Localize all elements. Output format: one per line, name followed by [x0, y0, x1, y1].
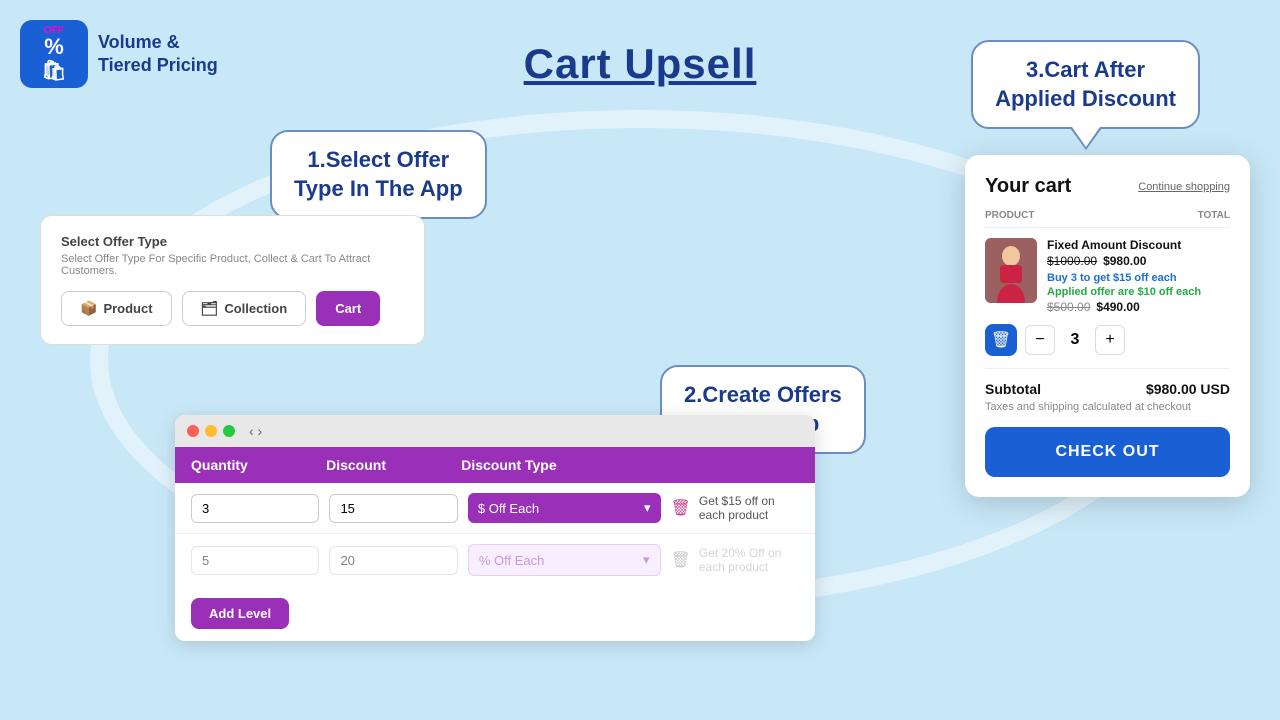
applied-offer-text: Applied offer are $10 off each [1047, 286, 1230, 298]
logo-area: OFF % 🛍 Volume & Tiered Pricing [20, 20, 218, 88]
editor-row-2: % Off Each ▾ 🗑 Get 20% Off on each produ… [175, 534, 815, 586]
logo-icon: OFF % 🛍 [20, 20, 88, 88]
cart-header: Your cart Continue shopping [985, 175, 1230, 198]
collection-icon: 🗂 [201, 300, 219, 317]
editor-row-1: $ Off Each ▾ 🗑 Get $15 off on each produ… [175, 483, 815, 534]
offer-btn-cart[interactable]: Cart [316, 291, 380, 326]
discount-type-select-1[interactable]: $ Off Each ▾ [468, 493, 661, 523]
cart-after-bubble: 3.Cart After Applied Discount [971, 40, 1200, 129]
cart-product-row: Fixed Amount Discount $1000.00 $980.00 B… [985, 238, 1230, 314]
delete-icon-1[interactable]: 🗑 [671, 498, 691, 518]
delete-item-button[interactable]: 🗑 [985, 324, 1017, 356]
subtotal-row: Subtotal $980.00 USD [985, 381, 1230, 397]
quantity-controls: 🗑 − 3 + [985, 324, 1230, 356]
quantity-value: 3 [1063, 331, 1087, 349]
continue-shopping-link[interactable]: Continue shopping [1138, 181, 1230, 193]
cart-title: Your cart [985, 175, 1071, 198]
product-icon: 📦 [80, 300, 97, 317]
nav-arrows[interactable]: ‹ › [249, 423, 262, 439]
dot-yellow [205, 425, 217, 437]
discount-input-1[interactable] [329, 494, 457, 523]
cart-col-headers: PRODUCT TOTAL [985, 210, 1230, 228]
product-original-price: $1000.00 [1047, 254, 1097, 268]
discount-input-2[interactable] [329, 546, 457, 575]
quantity-decrease-button[interactable]: − [1025, 325, 1055, 355]
add-level-button[interactable]: Add Level [191, 598, 289, 629]
editor-table-header: Quantity Discount Discount Type [175, 447, 815, 483]
cart-panel: Your cart Continue shopping PRODUCT TOTA… [965, 155, 1250, 497]
offer-type-card: Select Offer Type Select Offer Type For … [40, 215, 425, 345]
delete-icon-2[interactable]: 🗑 [671, 550, 691, 570]
offer-editor: ‹ › Quantity Discount Discount Type $ Of… [175, 415, 815, 641]
cart-divider [985, 368, 1230, 369]
offer-type-buttons: 📦 Product 🗂 Collection Cart [61, 291, 404, 326]
product-name: Fixed Amount Discount [1047, 238, 1230, 252]
product-discounted-price: $980.00 [1103, 254, 1146, 268]
after-discount-price: $490.00 [1096, 300, 1139, 314]
offer-btn-collection[interactable]: 🗂 Collection [182, 291, 307, 326]
offer-type-description: Select Offer Type For Specific Product, … [61, 253, 404, 277]
promo-text: Buy 3 to get $15 off each [1047, 272, 1230, 284]
offer-btn-product[interactable]: 📦 Product [61, 291, 172, 326]
dot-green [223, 425, 235, 437]
discount-type-select-2[interactable]: % Off Each ▾ [468, 544, 661, 576]
page-title: Cart Upsell [524, 40, 757, 88]
quantity-increase-button[interactable]: + [1095, 325, 1125, 355]
product-thumbnail [985, 238, 1037, 303]
subtotal-value: $980.00 USD [1146, 381, 1230, 397]
before-discount-price: $500.00 [1047, 300, 1090, 314]
step1-bubble: 1.Select Offer Type In The App [270, 130, 487, 219]
tax-note: Taxes and shipping calculated at checkou… [985, 401, 1230, 413]
subtotal-label: Subtotal [985, 381, 1041, 397]
logo-percent: % [44, 36, 64, 58]
qty-input-2[interactable] [191, 546, 319, 575]
checkout-button[interactable]: CHECK OUT [985, 427, 1230, 477]
logo-text: Volume & Tiered Pricing [98, 31, 218, 78]
qty-input-1[interactable] [191, 494, 319, 523]
editor-titlebar: ‹ › [175, 415, 815, 447]
dot-red [187, 425, 199, 437]
product-details: Fixed Amount Discount $1000.00 $980.00 B… [1047, 238, 1230, 314]
logo-bag-icon: 🛍 [41, 58, 66, 83]
offer-type-title: Select Offer Type [61, 234, 404, 249]
